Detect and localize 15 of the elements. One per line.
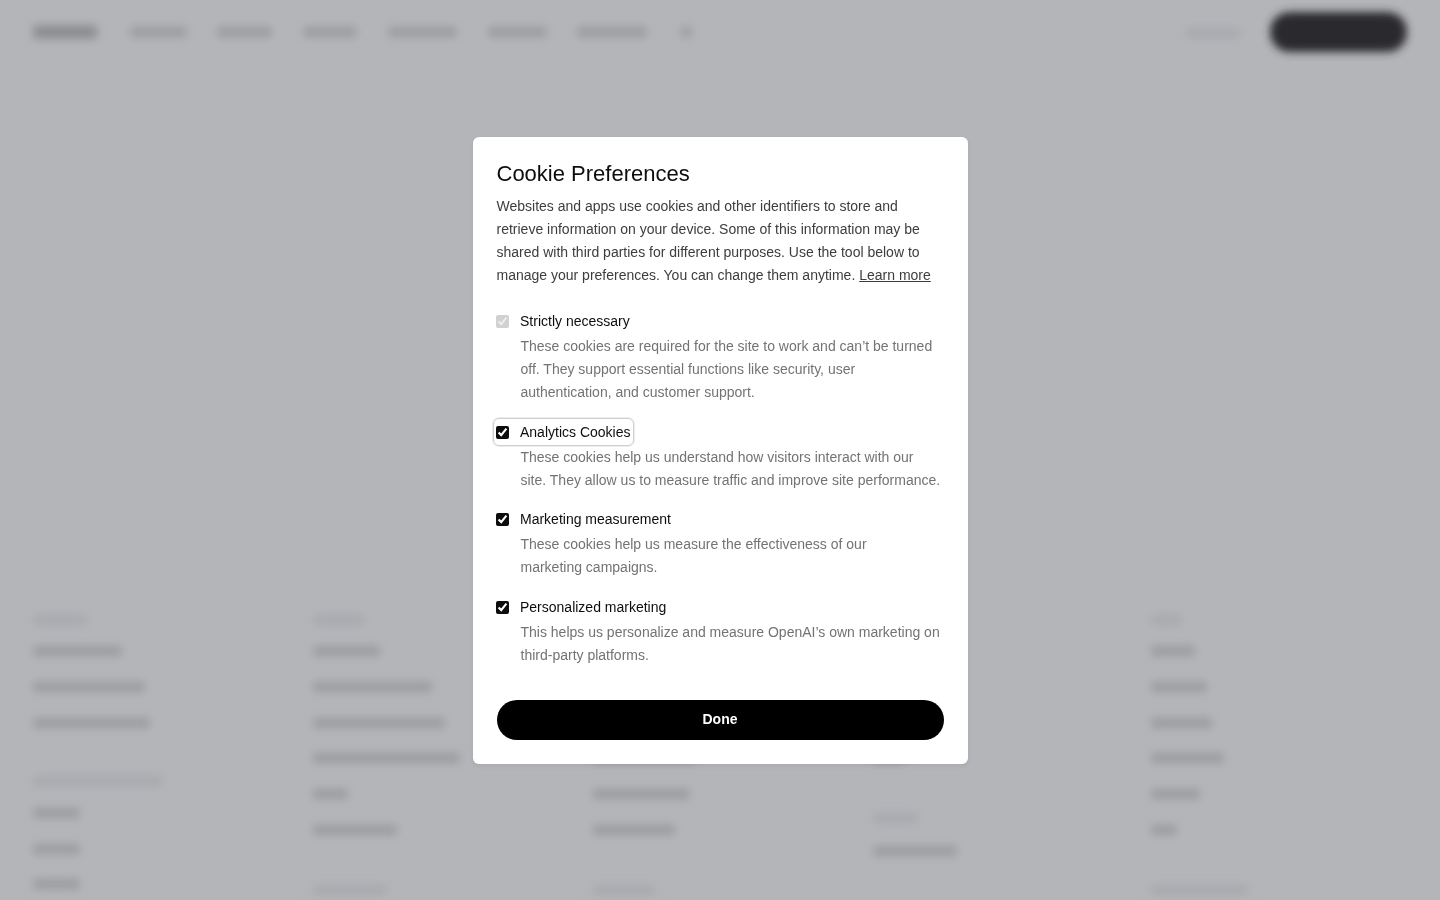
option-label: Strictly necessary [520,312,630,331]
learn-more-link[interactable]: Learn more [859,266,931,283]
option-description: These cookies help us understand how visitors interact with our site. They allow us to measure traffic and improve site performance. [520,447,941,490]
option-description: These cookies help us measure the effectiveness of our marketing campaigns. [520,535,868,577]
done-button[interactable]: Done [496,699,944,740]
checkbox[interactable] [496,425,509,439]
option-label: Analytics Cookies [520,422,631,442]
checkbox[interactable] [496,513,509,526]
dialog-title: Cookie Preferences [496,160,691,187]
option-label: Marketing measurement [520,510,671,529]
intro-text: Websites and apps use cookies and other identifiers to store and retrieve information on your device. Some of this information may be shared with third parties for different purposes. Use the tool below to manage your preferences. You can change them anytime. Learn more [496,196,932,285]
option-description: These cookies are required for the site to work and can’t be turned off. They support essential functions like security, user authentication, and customer support. [520,337,934,402]
option-description: This helps us personalize and measure OpenAI’s own marketing on third-party platforms. [520,622,941,665]
option-label: Personalized marketing [520,597,667,617]
checkbox[interactable] [496,600,509,614]
